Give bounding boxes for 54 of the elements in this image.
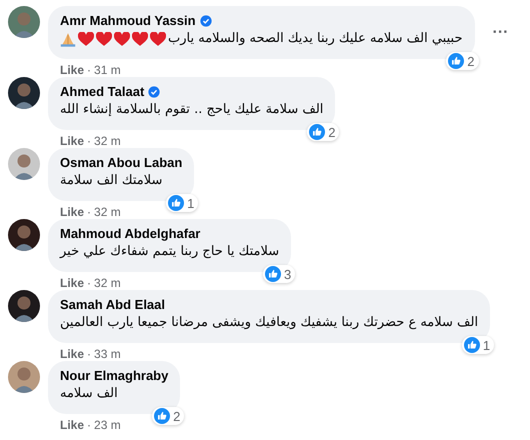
thumbs-up-icon bbox=[464, 337, 480, 353]
comment-text: الف سلامة عليك ياحج .. تقوم بالسلامة إنشاء الله bbox=[60, 101, 324, 119]
separator-dot: · bbox=[87, 276, 92, 290]
reaction-number: 2 bbox=[467, 54, 474, 68]
separator-dot: · bbox=[87, 205, 92, 219]
thumbs-up-icon bbox=[168, 195, 184, 211]
author-name[interactable]: Osman Abou Laban bbox=[60, 155, 182, 170]
like-link[interactable]: Like bbox=[60, 276, 84, 290]
author-name[interactable]: Amr Mahmoud Yassin bbox=[60, 13, 196, 28]
thumbs-up-icon bbox=[154, 408, 170, 424]
separator-dot: · bbox=[87, 418, 92, 432]
comment-time[interactable]: 32 m bbox=[94, 276, 121, 290]
heart-icon bbox=[78, 32, 94, 46]
like-link[interactable]: Like bbox=[60, 205, 84, 219]
heart-icon bbox=[96, 32, 112, 46]
author-name[interactable]: Samah Abd Elaal bbox=[60, 297, 165, 312]
comment-text: الف سلامه bbox=[60, 385, 118, 403]
comment-time[interactable]: 32 m bbox=[94, 134, 121, 148]
thumbs-up-icon bbox=[448, 53, 464, 69]
heart-icon bbox=[114, 32, 130, 46]
reaction-count[interactable]: 3 bbox=[262, 265, 296, 283]
thumbs-up-icon bbox=[309, 124, 326, 140]
reaction-count[interactable]: 2 bbox=[152, 407, 184, 425]
comment-text: سلامتك الف سلامة bbox=[60, 172, 162, 190]
reaction-count[interactable]: 1 bbox=[166, 194, 198, 212]
comment-time[interactable]: 31 m bbox=[94, 63, 121, 77]
comment-text: الف سلامه ع حضرتك ربنا يشفيك ويعافيك ويشفى مرضانا جميعا يارب العالمين bbox=[60, 314, 478, 332]
heart-icon bbox=[132, 32, 148, 46]
comment-time[interactable]: 32 m bbox=[94, 205, 121, 219]
like-link[interactable]: Like bbox=[60, 347, 84, 361]
like-link[interactable]: Like bbox=[60, 63, 84, 77]
comment-time[interactable]: 23 m bbox=[94, 418, 121, 432]
comment-text: حبيبي الف سلامه عليك ربنا يديك الصحه والسلامه يارب bbox=[168, 30, 462, 48]
separator-dot: · bbox=[87, 347, 92, 361]
comment-time[interactable]: 33 m bbox=[94, 347, 121, 361]
author-name[interactable]: Nour Elmaghraby bbox=[60, 368, 168, 383]
like-link[interactable]: Like bbox=[60, 134, 84, 148]
reaction-number: 3 bbox=[284, 266, 292, 282]
more-options-button[interactable]: ··· bbox=[488, 24, 512, 42]
reaction-number: 1 bbox=[482, 338, 490, 352]
reaction-count[interactable]: 2 bbox=[446, 52, 478, 70]
reaction-count[interactable]: 1 bbox=[462, 336, 494, 354]
reaction-number: 1 bbox=[187, 196, 194, 210]
like-link[interactable]: Like bbox=[60, 418, 84, 432]
separator-dot: · bbox=[87, 63, 92, 77]
thumbs-up-icon bbox=[264, 266, 281, 282]
reaction-number: 2 bbox=[173, 408, 180, 424]
author-name[interactable]: Mahmoud Abdelghafar bbox=[60, 226, 200, 241]
separator-dot: · bbox=[87, 134, 92, 148]
author-name[interactable]: Ahmed Talaat bbox=[60, 84, 144, 99]
reaction-number: 2 bbox=[328, 124, 336, 140]
comment-text: سلامتك يا حاج ربنا يتمم شفاءك علي خير bbox=[60, 243, 280, 261]
heart-icon bbox=[150, 32, 166, 46]
reaction-count[interactable]: 2 bbox=[307, 123, 340, 141]
